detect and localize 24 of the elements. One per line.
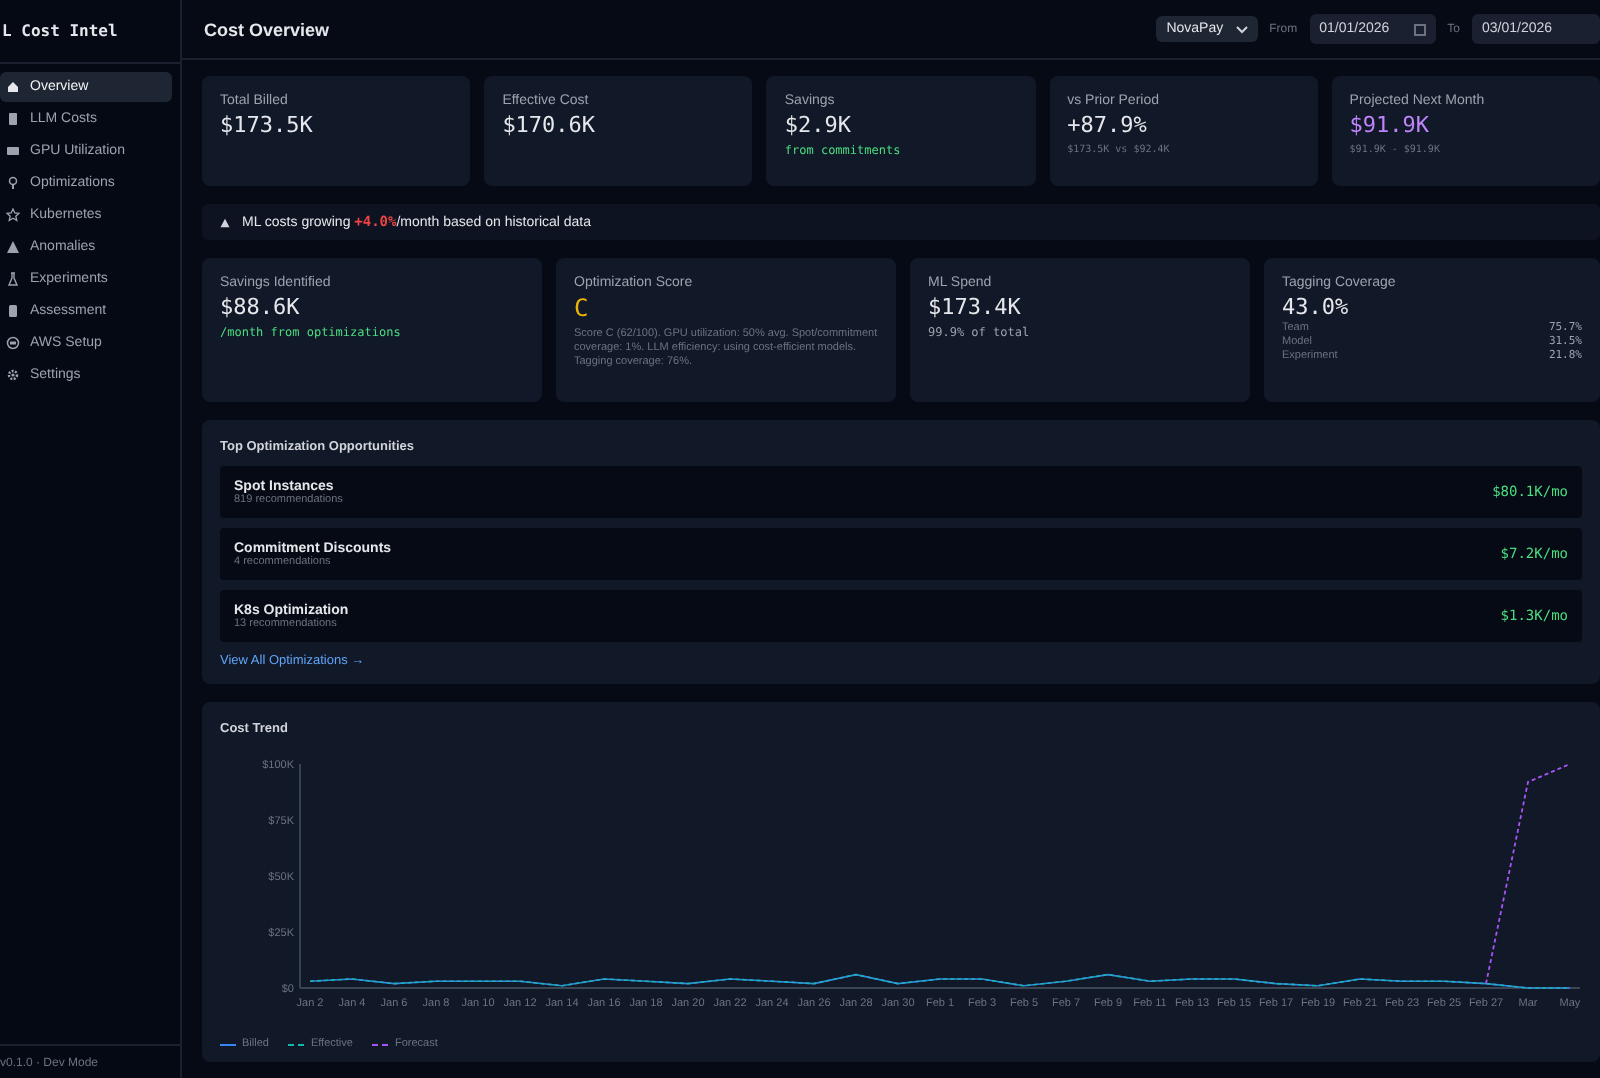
chevron-icon <box>1235 25 1248 33</box>
nav-icon <box>6 304 20 318</box>
card-value: $91.9K <box>1349 112 1432 138</box>
card-value: 43.0% <box>1282 294 1351 320</box>
card-value: +87.9% <box>1067 112 1149 138</box>
nav-icon <box>6 208 20 222</box>
card-value: $88.6K <box>220 294 302 320</box>
nav-icon <box>6 144 20 158</box>
card-value: $170.6K <box>502 112 598 138</box>
nav-icon <box>6 80 20 94</box>
nav-icon <box>6 336 20 350</box>
nav-icon <box>6 240 20 254</box>
nav-icon <box>6 112 20 126</box>
page-title: Cost Overview <box>204 19 332 39</box>
app-logo: L Cost Intel <box>0 0 180 64</box>
card-value: $173.5K <box>220 112 315 138</box>
score-grade: C <box>574 294 591 322</box>
warning-icon <box>220 217 230 227</box>
card-value: $173.4K <box>928 294 1023 320</box>
nav-icon <box>6 176 20 190</box>
nav-icon <box>6 368 20 382</box>
calendar-icon <box>1413 23 1426 35</box>
card-value: $2.9K <box>784 112 854 138</box>
nav-icon <box>6 272 20 286</box>
